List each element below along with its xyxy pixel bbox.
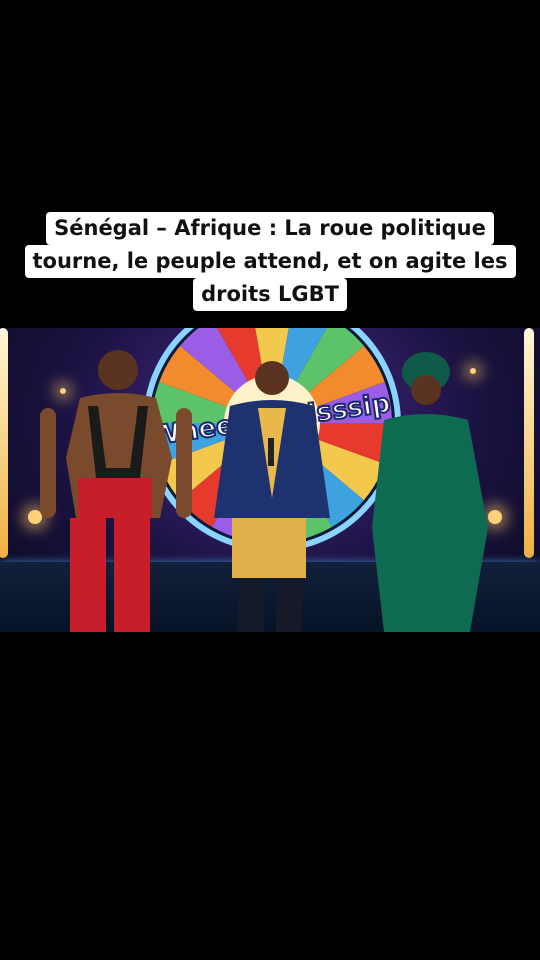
caption-line-2: tourne, le peuple attend, et on agite le… [24, 245, 516, 278]
people [40, 350, 488, 632]
host-figure [214, 361, 330, 632]
game-show-image: Wheel of Cisssip [0, 328, 540, 632]
wrestler-figure [40, 350, 192, 632]
caption-line-1: Sénégal – Afrique : La roue politique [46, 212, 494, 245]
woman-figure [372, 352, 488, 632]
caption-overlay: Sénégal – Afrique : La roue politique to… [0, 212, 540, 311]
caption-line-3: droits LGBT [193, 278, 347, 311]
